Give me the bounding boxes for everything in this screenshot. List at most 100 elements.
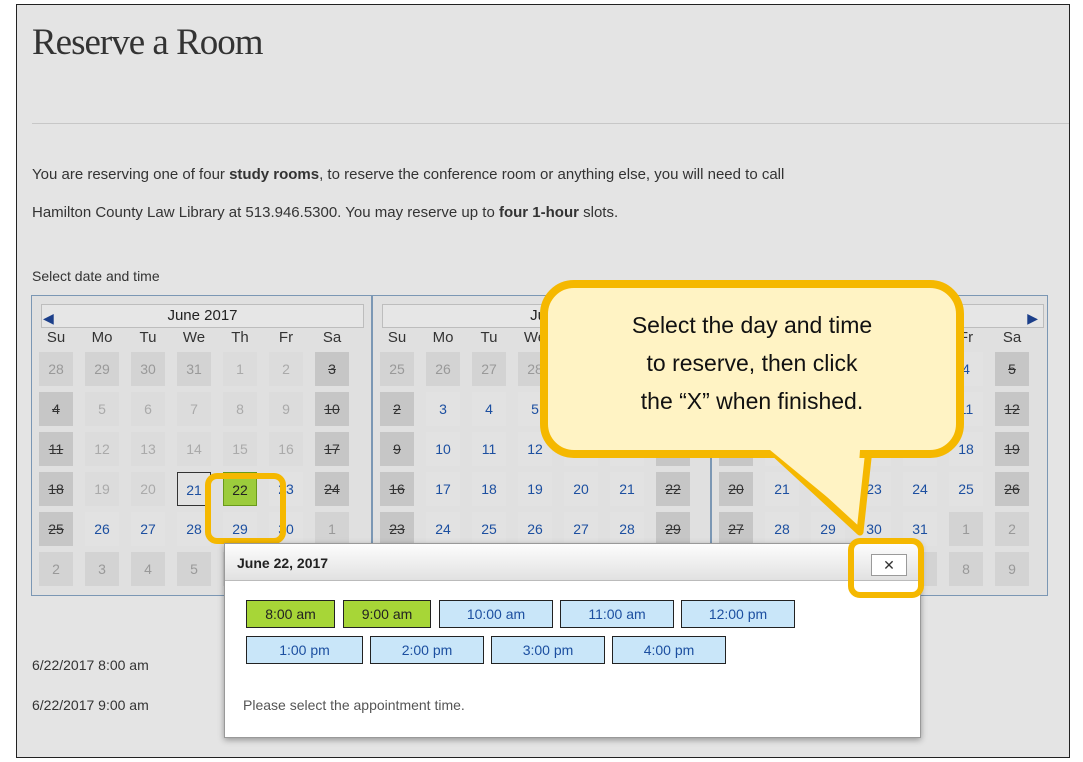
time-slot-button[interactable]: 11:00 am (560, 600, 674, 628)
calendar-day[interactable]: 29 (811, 512, 845, 546)
calendar-day: 1 (223, 352, 257, 386)
weekday-header: Tu (480, 329, 498, 346)
time-slot-button[interactable]: 4:00 pm (612, 636, 726, 664)
calendar-day: 22 (656, 472, 690, 506)
intro-text: slots. (578, 204, 619, 221)
callout-text: Select the day and time to reserve, then… (548, 306, 956, 420)
calendar-day: 1 (949, 512, 983, 546)
calendar-day: 31 (177, 352, 211, 386)
month-title: June 2017 (41, 304, 364, 328)
calendar-day: 9 (269, 392, 303, 426)
calendar-day: 8 (223, 392, 257, 426)
calendar-day[interactable]: 26 (518, 512, 552, 546)
calendar-day: 12 (85, 432, 119, 466)
calendar-day: 10 (315, 392, 349, 426)
time-slot-button[interactable]: 8:00 am (246, 600, 335, 628)
calendar-day: 13 (131, 432, 165, 466)
callout-line: the “X” when finished. (640, 388, 864, 414)
calendar-day: 27 (472, 352, 506, 386)
weekday-header: Tu (139, 329, 157, 346)
calendar-day[interactable]: 23 (857, 472, 891, 506)
calendar-day[interactable]: 27 (131, 512, 165, 546)
time-slot-button[interactable]: 3:00 pm (491, 636, 605, 664)
calendar-day: 4 (131, 552, 165, 586)
calendar-day: 30 (131, 352, 165, 386)
callout-line: Select the day and time (631, 312, 873, 338)
time-slot-label: 12:00 pm (708, 606, 768, 622)
weekday-header: Su (46, 329, 66, 346)
calendar-day: 3 (315, 352, 349, 386)
time-slot-button[interactable]: 10:00 am (439, 600, 553, 628)
calendar-day[interactable]: 28 (610, 512, 644, 546)
calendar-day: 29 (85, 352, 119, 386)
instruction-callout: Select the day and time to reserve, then… (540, 280, 964, 458)
calendar-day: 1 (315, 512, 349, 546)
calendar-day: 17 (315, 432, 349, 466)
calendar-day: 2 (39, 552, 73, 586)
calendar-day: 18 (39, 472, 73, 506)
time-slot-button[interactable]: 1:00 pm (246, 636, 363, 664)
time-slot-label: 1:00 pm (279, 642, 330, 658)
calendar-day[interactable]: 10 (426, 432, 460, 466)
time-slot-label: 11:00 am (588, 606, 646, 622)
intro-bold-study-rooms: study rooms (229, 166, 320, 183)
time-slot-button[interactable]: 2:00 pm (370, 636, 484, 664)
calendar-day: 27 (719, 512, 753, 546)
calendar-day[interactable]: 25 (472, 512, 506, 546)
calendar-day: 9 (995, 552, 1029, 586)
calendar-day: 20 (719, 472, 753, 506)
calendar-day[interactable]: 22 (811, 472, 845, 506)
calendar-day: 16 (269, 432, 303, 466)
calendar-day[interactable]: 28 (765, 512, 799, 546)
calendar-day: 19 (995, 432, 1029, 466)
weekday-header: Su (387, 329, 407, 346)
page-title: Reserve a Room (32, 22, 264, 63)
calendar-day[interactable]: 20 (564, 472, 598, 506)
calendar-day[interactable]: 24 (903, 472, 937, 506)
intro-text: You are reserving one of four (32, 166, 230, 183)
calendar-day[interactable]: 24 (426, 512, 460, 546)
calendar-day[interactable]: 21 (610, 472, 644, 506)
calendar-day: 20 (131, 472, 165, 506)
intro-bold-slot-limit: four 1-hour (498, 204, 579, 221)
calendar-day: 2 (380, 392, 414, 426)
calendar-day[interactable]: 25 (949, 472, 983, 506)
time-slot-label: 10:00 am (466, 606, 526, 622)
time-slot-button[interactable]: 12:00 pm (681, 600, 795, 628)
time-slot-dialog: June 22, 2017 ✕ 8:00 am 9:00 am 10:00 am 11… (224, 543, 921, 738)
next-month-icon[interactable]: ▶ (1027, 310, 1038, 327)
calendar-day[interactable]: 11 (472, 432, 506, 466)
calendar-day[interactable]: 26 (85, 512, 119, 546)
calendar-day[interactable]: 27 (564, 512, 598, 546)
calendar-day: 6 (131, 392, 165, 426)
time-slot-button[interactable]: 9:00 am (343, 600, 431, 628)
highlight-close-button (848, 538, 924, 598)
calendar-day: 23 (380, 512, 414, 546)
calendar-day: 9 (380, 432, 414, 466)
time-slot-label: 4:00 pm (643, 642, 695, 658)
calendar-day: 14 (177, 432, 211, 466)
prev-month-icon[interactable]: ◀ (43, 310, 54, 327)
calendar-day[interactable]: 17 (426, 472, 460, 506)
time-slot-label: 9:00 am (361, 606, 413, 622)
calendar-day: 2 (995, 512, 1029, 546)
weekday-header: Th (231, 329, 249, 346)
intro-line-1: You are reserving one of four study room… (32, 166, 784, 183)
callout-line: to reserve, then click (646, 350, 858, 376)
dialog-title: June 22, 2017 (237, 555, 329, 571)
calendar-day: 16 (380, 472, 414, 506)
calendar-day[interactable]: 18 (472, 472, 506, 506)
calendar-day: 26 (426, 352, 460, 386)
intro-text: , to reserve the conference room or anyt… (319, 166, 785, 183)
calendar-day[interactable]: 3 (426, 392, 460, 426)
calendar-day[interactable]: 21 (765, 472, 799, 506)
dialog-header: June 22, 2017 ✕ (225, 544, 920, 581)
intro-line-2: Hamilton County Law Library at 513.946.5… (32, 204, 618, 221)
calendar-day: 28 (39, 352, 73, 386)
weekday-header: Mo (91, 329, 113, 346)
title-divider (32, 123, 1069, 124)
calendar-day[interactable]: 4 (472, 392, 506, 426)
calendar-day: 24 (315, 472, 349, 506)
calendar-day: 2 (269, 352, 303, 386)
calendar-day[interactable]: 19 (518, 472, 552, 506)
